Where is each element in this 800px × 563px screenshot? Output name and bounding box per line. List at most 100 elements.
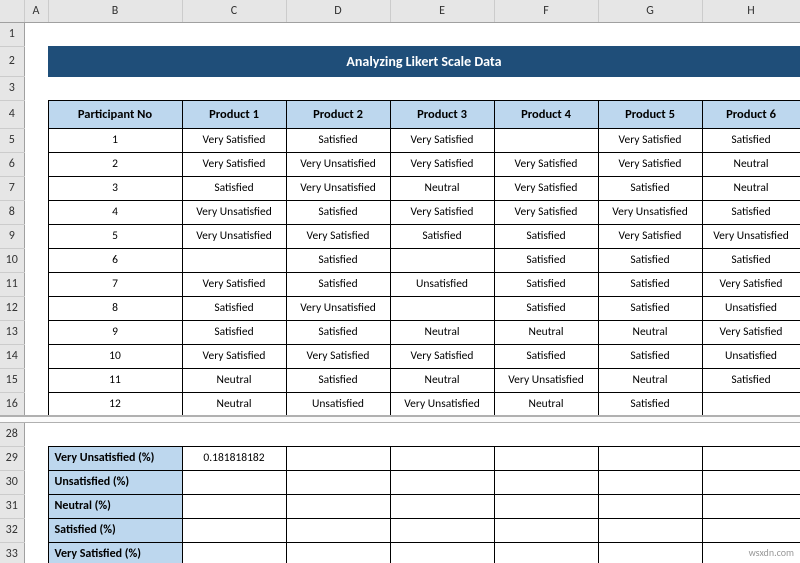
table-cell[interactable]: Satisfied — [494, 224, 598, 248]
table-cell[interactable]: Neutral — [702, 152, 800, 176]
cell[interactable] — [390, 76, 494, 100]
col-header-C[interactable]: C — [182, 0, 286, 22]
table-cell[interactable]: Very Satisfied — [390, 152, 494, 176]
table-cell[interactable]: Satisfied — [702, 128, 800, 152]
cell[interactable] — [24, 494, 48, 518]
row-header-30[interactable]: 30 — [0, 470, 24, 494]
cell[interactable] — [24, 446, 48, 470]
table-cell[interactable] — [598, 470, 702, 494]
table-cell[interactable]: Very Satisfied — [390, 344, 494, 368]
table-cell[interactable]: Very Satisfied — [494, 176, 598, 200]
table-header[interactable]: Product 1 — [182, 100, 286, 128]
cell[interactable] — [24, 368, 48, 392]
table-cell[interactable]: 9 — [48, 320, 182, 344]
table-cell[interactable]: Neutral — [182, 392, 286, 416]
table-cell[interactable]: Satisfied — [182, 176, 286, 200]
table-cell[interactable]: Satisfied — [286, 320, 390, 344]
table-cell[interactable] — [702, 494, 800, 518]
table-cell[interactable]: Very Satisfied — [286, 344, 390, 368]
cell[interactable] — [48, 76, 182, 100]
table-cell[interactable]: Very Unsatisfied — [286, 296, 390, 320]
col-header-D[interactable]: D — [286, 0, 390, 22]
table-cell[interactable] — [494, 494, 598, 518]
col-header-B[interactable]: B — [48, 0, 182, 22]
table-cell[interactable]: Satisfied — [702, 368, 800, 392]
row-header-6[interactable]: 6 — [0, 152, 24, 176]
table-cell[interactable] — [286, 494, 390, 518]
col-header-F[interactable]: F — [494, 0, 598, 22]
table-cell[interactable] — [598, 542, 702, 563]
table-cell[interactable] — [390, 542, 494, 563]
cell[interactable] — [24, 200, 48, 224]
cell[interactable] — [24, 176, 48, 200]
table-cell[interactable]: Satisfied — [702, 200, 800, 224]
summary-value[interactable]: 0.181818182 — [182, 446, 286, 470]
table-cell[interactable] — [390, 494, 494, 518]
cell[interactable] — [24, 272, 48, 296]
table-cell[interactable]: 8 — [48, 296, 182, 320]
table-cell[interactable]: 1 — [48, 128, 182, 152]
cell[interactable] — [24, 46, 48, 76]
table-cell[interactable]: Satisfied — [182, 296, 286, 320]
table-cell[interactable]: 11 — [48, 368, 182, 392]
table-cell[interactable]: Very Satisfied — [182, 152, 286, 176]
cell[interactable] — [182, 22, 286, 46]
row-header-28[interactable]: 28 — [0, 422, 24, 446]
cell[interactable] — [48, 22, 182, 46]
cell[interactable] — [24, 152, 48, 176]
table-cell[interactable] — [390, 296, 494, 320]
row-header-3[interactable]: 3 — [0, 76, 24, 100]
cell[interactable] — [702, 422, 800, 446]
summary-label[interactable]: Very Unsatisfied (%) — [48, 446, 182, 470]
table-cell[interactable]: Very Satisfied — [182, 128, 286, 152]
table-cell[interactable]: Very Unsatisfied — [390, 392, 494, 416]
table-cell[interactable]: Very Satisfied — [598, 152, 702, 176]
cell[interactable] — [598, 422, 702, 446]
cell[interactable] — [24, 296, 48, 320]
table-cell[interactable]: Neutral — [494, 320, 598, 344]
table-cell[interactable]: Neutral — [598, 320, 702, 344]
cell[interactable] — [494, 422, 598, 446]
table-cell[interactable]: Satisfied — [598, 344, 702, 368]
table-cell[interactable]: Very Satisfied — [182, 344, 286, 368]
table-cell[interactable]: Very Unsatisfied — [182, 224, 286, 248]
cell[interactable] — [24, 470, 48, 494]
table-cell[interactable] — [390, 446, 494, 470]
cell[interactable] — [182, 76, 286, 100]
row-header-5[interactable]: 5 — [0, 128, 24, 152]
table-cell[interactable] — [494, 446, 598, 470]
table-cell[interactable]: Very Satisfied — [702, 320, 800, 344]
cell[interactable] — [598, 22, 702, 46]
table-cell[interactable]: 2 — [48, 152, 182, 176]
table-header[interactable]: Product 3 — [390, 100, 494, 128]
table-cell[interactable]: Satisfied — [390, 224, 494, 248]
table-cell[interactable]: Very Unsatisfied — [286, 176, 390, 200]
cell[interactable] — [24, 320, 48, 344]
row-header-2[interactable]: 2 — [0, 46, 24, 76]
table-header[interactable]: Product 5 — [598, 100, 702, 128]
table-cell[interactable]: 7 — [48, 272, 182, 296]
table-cell[interactable] — [390, 518, 494, 542]
row-header-31[interactable]: 31 — [0, 494, 24, 518]
summary-label[interactable]: Neutral (%) — [48, 494, 182, 518]
col-header-A[interactable]: A — [24, 0, 48, 22]
table-cell[interactable]: Neutral — [598, 368, 702, 392]
cell[interactable] — [702, 76, 800, 100]
table-cell[interactable]: Satisfied — [286, 368, 390, 392]
cell[interactable] — [24, 518, 48, 542]
table-cell[interactable]: Satisfied — [494, 248, 598, 272]
table-cell[interactable]: Unsatisfied — [390, 272, 494, 296]
table-cell[interactable] — [286, 518, 390, 542]
col-header-G[interactable]: G — [598, 0, 702, 22]
table-cell[interactable]: Satisfied — [494, 344, 598, 368]
table-cell[interactable]: 3 — [48, 176, 182, 200]
table-cell[interactable] — [182, 542, 286, 563]
table-cell[interactable]: Neutral — [494, 392, 598, 416]
col-header-H[interactable]: H — [702, 0, 800, 22]
table-cell[interactable]: Satisfied — [598, 248, 702, 272]
table-cell[interactable]: 5 — [48, 224, 182, 248]
table-cell[interactable]: Satisfied — [598, 176, 702, 200]
table-cell[interactable]: Neutral — [182, 368, 286, 392]
cell[interactable] — [494, 22, 598, 46]
table-cell[interactable] — [494, 470, 598, 494]
